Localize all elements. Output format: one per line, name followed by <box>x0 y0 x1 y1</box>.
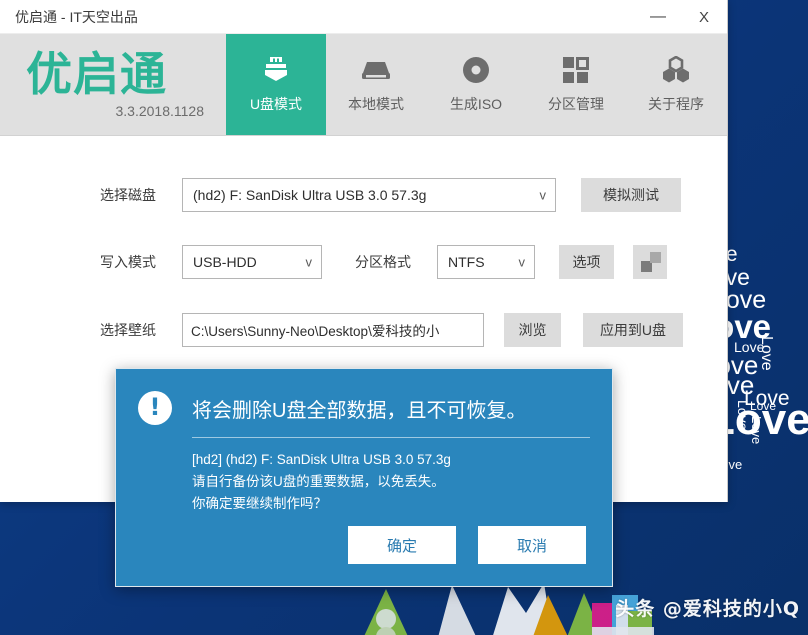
options-button[interactable]: 选项 <box>559 245 614 279</box>
dialog-line: 请自行备份该U盘的重要数据，以免丢失。 <box>192 474 445 489</box>
row-write-mode: 写入模式 USB-HDD v 分区格式 NTFS v 选项 <box>100 245 667 279</box>
tab-label: 关于程序 <box>648 96 704 112</box>
two-squares-icon-button[interactable] <box>633 245 667 279</box>
partition-format-combobox[interactable]: NTFS v <box>437 245 535 279</box>
brand-area: 优启通 3.3.2018.1128 <box>0 34 226 135</box>
minimize-button[interactable]: — <box>635 0 681 34</box>
square-light-icon <box>650 252 661 263</box>
love-text: Love <box>758 336 775 371</box>
tab-local-mode[interactable]: 本地模式 <box>326 34 426 135</box>
usb-drive-icon <box>258 55 294 85</box>
tab-label: 分区管理 <box>548 96 604 112</box>
tab-about-program[interactable]: 关于程序 <box>626 34 726 135</box>
optical-disc-icon <box>458 55 494 85</box>
write-mode-label: 写入模式 <box>100 254 156 270</box>
partition-format-value: NTFS <box>448 254 485 270</box>
chevron-down-icon: v <box>305 254 313 270</box>
love-text: Love <box>749 416 764 445</box>
app-version: 3.3.2018.1128 <box>115 102 205 119</box>
window-controls: — X <box>635 0 727 34</box>
tab-usb-mode[interactable]: U盘模式 <box>226 34 326 135</box>
dialog-header: ! 将会删除U盘全部数据，且不可恢复。 <box>116 369 612 425</box>
simulate-test-button[interactable]: 模拟测试 <box>581 178 681 212</box>
apply-to-usb-button[interactable]: 应用到U盘 <box>583 313 683 347</box>
hard-disk-icon <box>358 55 394 85</box>
dialog-title: 将会删除U盘全部数据，且不可恢复。 <box>192 399 527 422</box>
title-bar: 优启通 - IT天空出品 — X <box>0 0 727 34</box>
confirm-dialog: ! 将会删除U盘全部数据，且不可恢复。 [hd2] (hd2) F: SanDi… <box>115 368 613 587</box>
hexagons-icon <box>658 55 694 85</box>
main-toolbar: 优启通 3.3.2018.1128 U盘模式 本地模式 生成ISO 分区管理 关… <box>0 34 727 136</box>
partition-format-label: 分区格式 <box>355 254 411 270</box>
window-title: 优启通 - IT天空出品 <box>15 8 138 25</box>
select-wallpaper-label: 选择壁纸 <box>100 322 156 338</box>
screen: Love Love Love Love Love Love Love Love … <box>0 0 808 635</box>
dialog-confirm-button[interactable]: 确定 <box>348 526 456 564</box>
love-text: Love <box>734 339 765 355</box>
grid-squares-icon <box>558 55 594 85</box>
dialog-cancel-button[interactable]: 取消 <box>478 526 586 564</box>
dialog-line: [hd2] (hd2) F: SanDisk Ultra USB 3.0 57.… <box>192 452 451 467</box>
exclamation-mark: ! <box>149 393 161 421</box>
select-disk-value: (hd2) F: SanDisk Ultra USB 3.0 57.3g <box>193 187 427 203</box>
tab-bar: U盘模式 本地模式 生成ISO 分区管理 关于程序 <box>226 34 726 135</box>
close-button[interactable]: X <box>681 0 727 34</box>
love-text: Love <box>744 387 790 410</box>
row-select-wallpaper: 选择壁纸 C:\Users\Sunny-Neo\Desktop\爱科技的小 浏览… <box>100 313 683 347</box>
exclamation-circle-icon: ! <box>138 391 172 425</box>
select-disk-combobox[interactable]: (hd2) F: SanDisk Ultra USB 3.0 57.3g v <box>182 178 556 212</box>
wallpaper-path-input[interactable]: C:\Users\Sunny-Neo\Desktop\爱科技的小 <box>182 313 484 347</box>
app-logo-text: 优启通 <box>26 46 167 101</box>
page-watermark: 头条 @爱科技的小Q <box>615 598 800 620</box>
tab-partition-manager[interactable]: 分区管理 <box>526 34 626 135</box>
tab-label: U盘模式 <box>249 96 303 112</box>
love-text: Love <box>735 400 751 431</box>
dialog-body: [hd2] (hd2) F: SanDisk Ultra USB 3.0 57.… <box>116 438 612 515</box>
tab-generate-iso[interactable]: 生成ISO <box>426 34 526 135</box>
select-disk-label: 选择磁盘 <box>100 187 156 203</box>
dialog-line: 你确定要继续制作吗？ <box>192 496 327 511</box>
love-text: Love <box>750 399 777 413</box>
tab-label: 生成ISO <box>449 96 503 112</box>
chevron-down-icon: v <box>518 254 526 270</box>
dialog-actions: 确定 取消 <box>348 526 586 564</box>
tab-label: 本地模式 <box>348 96 404 112</box>
row-select-disk: 选择磁盘 (hd2) F: SanDisk Ultra USB 3.0 57.3… <box>100 178 681 212</box>
chevron-down-icon: v <box>539 187 547 203</box>
write-mode-value: USB-HDD <box>193 254 257 270</box>
write-mode-combobox[interactable]: USB-HDD v <box>182 245 322 279</box>
browse-button[interactable]: 浏览 <box>504 313 561 347</box>
